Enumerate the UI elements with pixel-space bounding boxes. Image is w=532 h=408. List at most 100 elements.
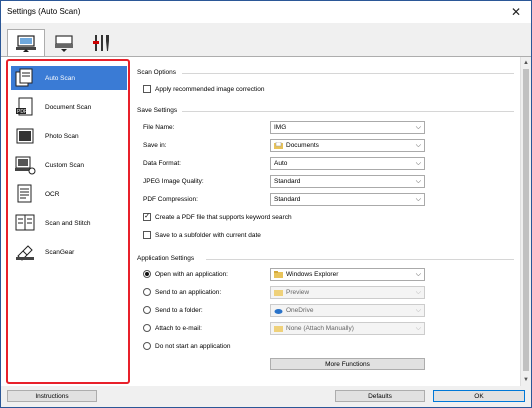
- save-in-label: Save in:: [143, 141, 167, 149]
- document-scan-icon: PDF: [11, 96, 39, 118]
- windows-explorer-icon: [274, 271, 283, 278]
- window-title: Settings (Auto Scan): [7, 7, 81, 16]
- sidebar-item-label: OCR: [45, 190, 60, 198]
- subfolder-checkbox[interactable]: Save to a subfolder with current date: [143, 229, 261, 241]
- scan-mode-sidebar: Auto Scan PDF Document Scan Photo Scan C…: [6, 59, 130, 384]
- close-button[interactable]: ✕: [505, 3, 527, 21]
- radio-button[interactable]: [143, 324, 151, 332]
- footer-bar: Instructions Defaults OK: [1, 386, 531, 407]
- title-bar: Settings (Auto Scan) ✕: [1, 1, 531, 23]
- section-divider: [206, 259, 514, 260]
- attach-email-label: Attach to e-mail:: [155, 324, 202, 332]
- documents-folder-icon: [274, 142, 283, 149]
- chevron-down-icon[interactable]: ⌵: [416, 325, 421, 333]
- sidebar-item-custom-scan[interactable]: Custom Scan: [11, 153, 127, 177]
- vertical-scrollbar[interactable]: ▲ ▼: [520, 57, 531, 387]
- no-app-radio[interactable]: Do not start an application: [143, 340, 231, 352]
- attach-email-select[interactable]: None (Attach Manually) ⌵: [270, 322, 425, 335]
- tab-scan-from-computer[interactable]: [7, 29, 45, 58]
- sidebar-item-scangear[interactable]: ScanGear: [11, 240, 127, 264]
- radio-button[interactable]: [143, 288, 151, 296]
- chevron-down-icon[interactable]: ⌵: [416, 160, 421, 168]
- file-name-row: File Name:: [143, 121, 174, 133]
- jpeg-quality-label: JPEG Image Quality:: [143, 177, 204, 185]
- pdf-compression-label: PDF Compression:: [143, 195, 198, 203]
- radio-button[interactable]: [143, 342, 151, 350]
- jpeg-quality-value: Standard: [274, 178, 301, 185]
- ocr-icon: [11, 183, 39, 205]
- custom-scan-icon: [11, 154, 39, 176]
- apply-correction-checkbox[interactable]: Apply recommended image correction: [143, 83, 264, 95]
- open-app-select[interactable]: Windows Explorer ⌵: [270, 268, 425, 281]
- sidebar-item-label: Photo Scan: [45, 132, 79, 140]
- sidebar-item-auto-scan[interactable]: Auto Scan: [11, 66, 127, 90]
- checkbox-box[interactable]: ✓: [143, 213, 151, 221]
- more-functions-button[interactable]: More Functions: [270, 358, 425, 370]
- checkbox-box[interactable]: [143, 85, 151, 93]
- chevron-down-icon[interactable]: ⌵: [416, 289, 421, 297]
- data-format-row: Data Format:: [143, 157, 181, 169]
- send-app-select[interactable]: Preview ⌵: [270, 286, 425, 299]
- checkbox-box[interactable]: [143, 231, 151, 239]
- chevron-down-icon[interactable]: ⌵: [416, 271, 421, 279]
- send-app-value: Preview: [286, 289, 310, 296]
- sidebar-item-scan-and-stitch[interactable]: Scan and Stitch: [11, 211, 127, 235]
- save-in-select[interactable]: Documents ⌵: [270, 139, 425, 152]
- scroll-up-icon[interactable]: ▲: [523, 60, 529, 66]
- sidebar-item-label: ScanGear: [45, 248, 75, 256]
- defaults-button[interactable]: Defaults: [335, 390, 425, 402]
- open-app-radio[interactable]: Open with an application:: [143, 268, 228, 280]
- radio-button[interactable]: [143, 270, 151, 278]
- chevron-down-icon[interactable]: ⌵: [416, 307, 421, 315]
- send-folder-value: OneDrive: [286, 307, 314, 314]
- scrollbar-thumb[interactable]: [523, 69, 529, 371]
- send-app-radio[interactable]: Send to an application:: [143, 286, 221, 298]
- settings-content: Auto Scan PDF Document Scan Photo Scan C…: [1, 56, 531, 387]
- send-folder-radio[interactable]: Send to a folder:: [143, 304, 203, 316]
- sidebar-item-photo-scan[interactable]: Photo Scan: [11, 124, 127, 148]
- open-app-value: Windows Explorer: [286, 271, 339, 278]
- attach-email-radio[interactable]: Attach to e-mail:: [143, 322, 202, 334]
- scan-from-operation-panel-icon: [55, 35, 73, 52]
- application-settings-heading: Application Settings: [137, 255, 195, 262]
- svg-text:PDF: PDF: [17, 109, 27, 115]
- attach-email-value: None (Attach Manually): [286, 325, 354, 332]
- pdf-compression-select[interactable]: Standard ⌵: [270, 193, 425, 206]
- scroll-down-icon[interactable]: ▼: [523, 377, 529, 383]
- subfolder-label: Save to a subfolder with current date: [155, 231, 261, 239]
- chevron-down-icon[interactable]: ⌵: [416, 196, 421, 204]
- scan-from-computer-icon: [16, 35, 36, 52]
- sidebar-item-ocr[interactable]: OCR: [11, 182, 127, 206]
- file-name-combobox[interactable]: IMG ⌵: [270, 121, 425, 134]
- save-in-value: Documents: [286, 142, 319, 149]
- send-folder-select[interactable]: OneDrive ⌵: [270, 304, 425, 317]
- sidebar-item-label: Custom Scan: [45, 161, 85, 169]
- save-in-row: Save in:: [143, 139, 167, 151]
- sidebar-item-document-scan[interactable]: PDF Document Scan: [11, 95, 127, 119]
- pdf-compression-value: Standard: [274, 196, 301, 203]
- chevron-down-icon[interactable]: ⌵: [416, 178, 421, 186]
- chevron-down-icon[interactable]: ⌵: [416, 142, 421, 150]
- jpeg-quality-select[interactable]: Standard ⌵: [270, 175, 425, 188]
- save-settings-heading: Save Settings: [137, 107, 178, 114]
- chevron-down-icon[interactable]: ⌵: [416, 124, 421, 132]
- file-name-label: File Name:: [143, 123, 175, 131]
- pdf-compression-row: PDF Compression:: [143, 193, 198, 205]
- radio-button[interactable]: [143, 306, 151, 314]
- settings-window: Settings (Auto Scan) ✕ Auto Scan PDF Doc…: [0, 0, 532, 408]
- section-divider: [182, 111, 514, 112]
- tab-scan-from-panel[interactable]: [45, 29, 83, 57]
- keyword-pdf-checkbox[interactable]: ✓ Create a PDF file that supports keywor…: [143, 211, 292, 223]
- data-format-select[interactable]: Auto ⌵: [270, 157, 425, 170]
- section-divider: [182, 73, 514, 74]
- tab-general-settings[interactable]: [83, 29, 121, 57]
- instructions-button[interactable]: Instructions: [7, 390, 97, 402]
- data-format-label: Data Format:: [143, 159, 181, 167]
- keyword-pdf-label: Create a PDF file that supports keyword …: [155, 213, 292, 221]
- scan-and-stitch-icon: [11, 212, 39, 234]
- sidebar-item-label: Auto Scan: [45, 74, 75, 82]
- photo-scan-icon: [11, 125, 39, 147]
- onedrive-icon: [274, 309, 283, 314]
- send-app-label: Send to an application:: [155, 288, 222, 296]
- ok-button[interactable]: OK: [433, 390, 525, 402]
